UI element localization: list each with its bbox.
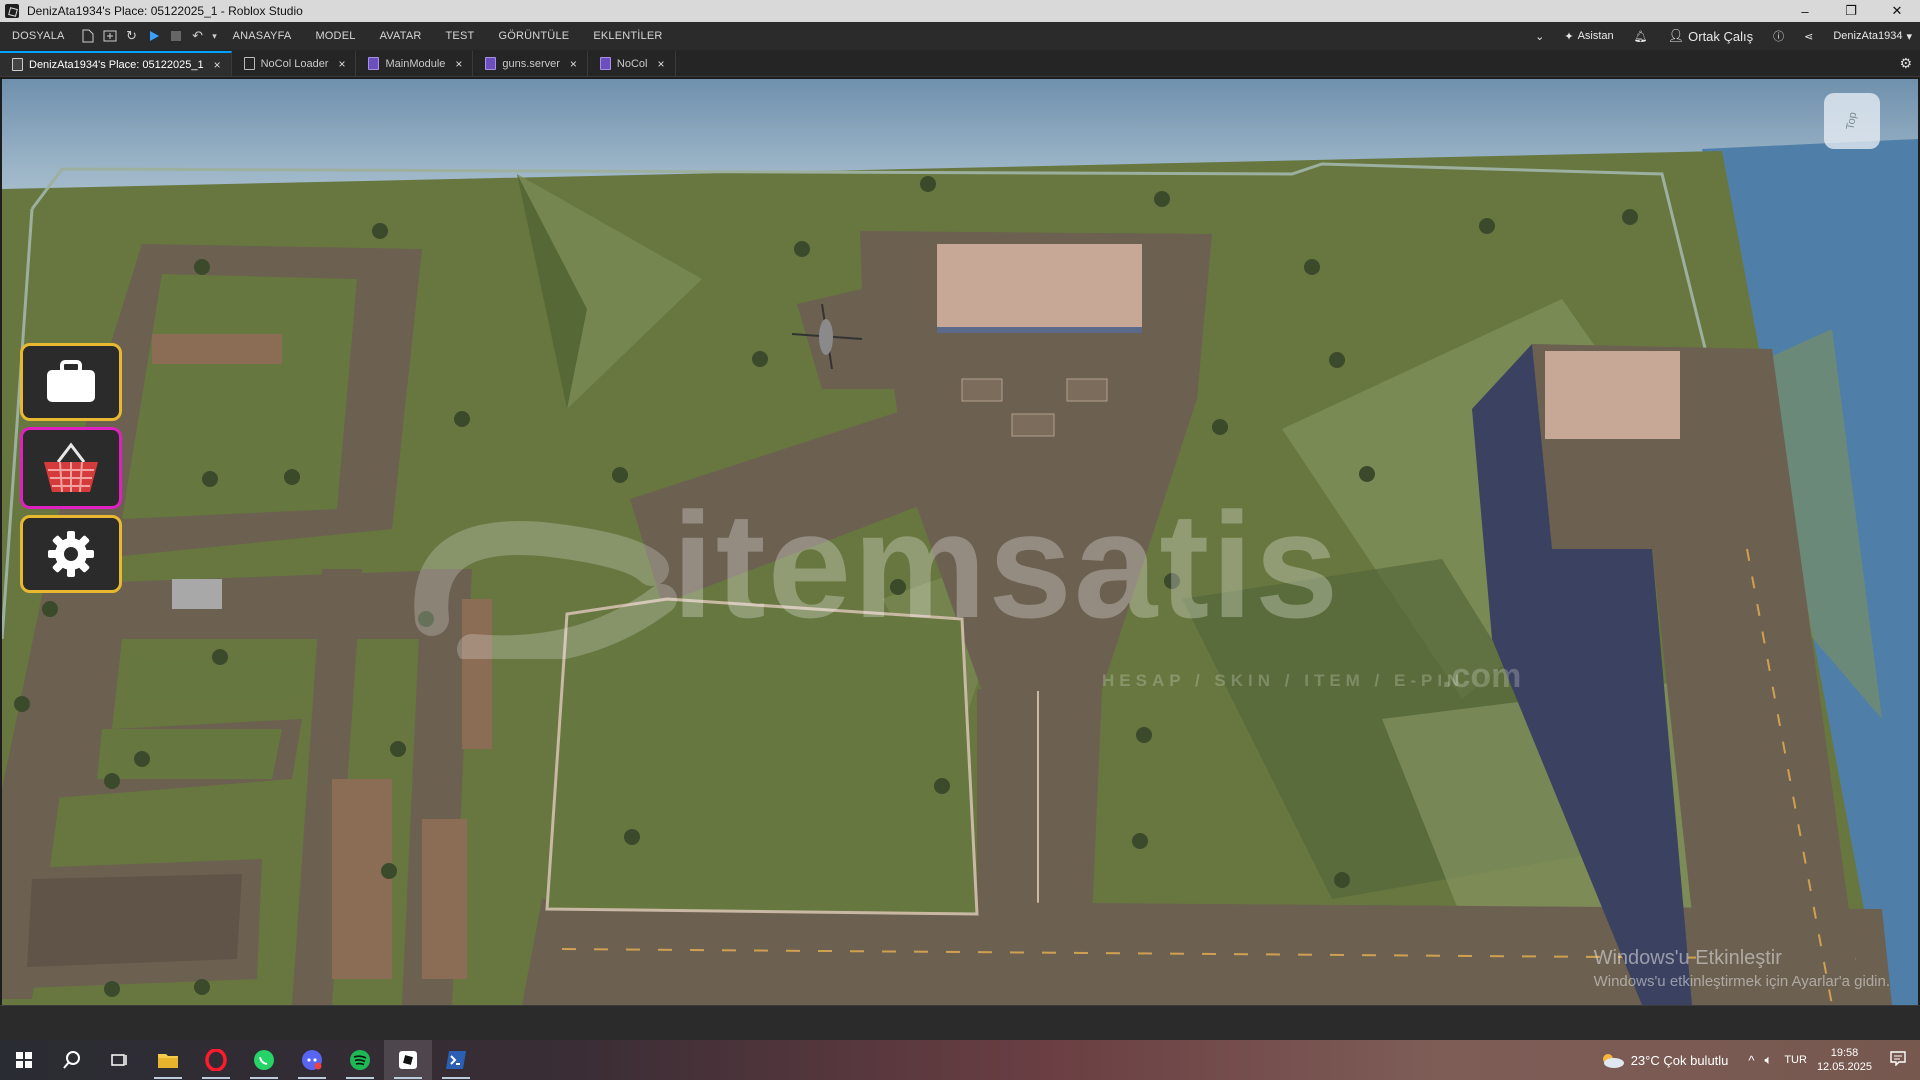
tab-guns-server[interactable]: guns.server ×	[473, 51, 588, 76]
menu-file[interactable]: DOSYALA	[0, 30, 77, 42]
system-tray: 23°C Çok bulutlu ^ 🔈︎ TUR 19:58 12.05.20…	[1599, 1040, 1920, 1080]
chevron-down-icon: ▾	[1906, 30, 1912, 43]
collaborate-label: Ortak Çalış	[1688, 28, 1754, 44]
menu-test[interactable]: TEST	[434, 30, 487, 42]
whatsapp-icon[interactable]	[240, 1040, 288, 1080]
tab-label: DenizAta1934's Place: 05122025_1	[29, 58, 204, 71]
username: DenizAta1934	[1833, 30, 1903, 42]
open-file-icon[interactable]	[99, 25, 121, 47]
add-user-icon: 👤︎	[1667, 28, 1685, 43]
collaborate-button[interactable]: 👤︎ Ortak Çalış	[1660, 28, 1762, 44]
inventory-button[interactable]	[20, 343, 122, 421]
shop-button[interactable]	[20, 427, 122, 509]
sparkle-icon: ✦	[1564, 30, 1574, 43]
user-menu[interactable]: DenizAta1934 ▾	[1825, 30, 1920, 43]
opera-icon[interactable]	[192, 1040, 240, 1080]
briefcase-icon	[47, 360, 95, 402]
chevron-up-icon[interactable]: ^	[1748, 1053, 1754, 1068]
clock[interactable]: 19:58 12.05.2025	[1817, 1046, 1872, 1074]
tab-nocol[interactable]: NoCol ×	[588, 51, 676, 76]
tab-label: MainModule	[385, 57, 446, 70]
roblox-studio-icon	[5, 4, 19, 18]
search-icon[interactable]	[48, 1040, 96, 1080]
document-icon	[243, 57, 255, 70]
assistant-button[interactable]: ✦ Asistan	[1556, 30, 1621, 43]
view-cube[interactable]: Top	[1824, 93, 1880, 149]
tab-label: guns.server	[502, 57, 560, 70]
script-icon	[485, 57, 497, 70]
close-icon[interactable]: ×	[455, 57, 462, 71]
close-icon[interactable]: ×	[338, 57, 345, 71]
close-button[interactable]: ✕	[1874, 0, 1920, 22]
clock-time: 19:58	[1830, 1047, 1859, 1059]
file-explorer-icon[interactable]	[144, 1040, 192, 1080]
tab-place[interactable]: DenizAta1934's Place: 05122025_1 ×	[0, 51, 232, 76]
weather-text: 23°C Çok bulutlu	[1630, 1052, 1729, 1068]
tab-label: NoCol Loader	[260, 57, 329, 70]
volume-icon[interactable]: 🔈︎	[1765, 1052, 1773, 1068]
ribbon-menubar: DOSYALA ↻ ↶ ▾ ANASAYFA MODEL AVATAR TEST…	[0, 22, 1920, 50]
minimize-button[interactable]: –	[1782, 0, 1828, 22]
module-script-icon	[368, 57, 380, 70]
windows-taskbar: 23°C Çok bulutlu ^ 🔈︎ TUR 19:58 12.05.20…	[0, 1040, 1920, 1080]
new-file-icon[interactable]	[77, 25, 99, 47]
terrain-map	[2, 139, 1918, 1005]
windows-start-icon[interactable]	[0, 1040, 48, 1080]
tab-mainmodule[interactable]: MainModule ×	[356, 51, 474, 76]
play-icon[interactable]	[143, 25, 165, 47]
activation-subtitle: Windows'u etkinleştirmek için Ayarlar'a …	[1593, 973, 1890, 990]
status-strip	[0, 1005, 1920, 1040]
ribbon-collapse-chevron-icon[interactable]: ⌄	[1527, 30, 1552, 43]
powershell-icon[interactable]	[432, 1040, 480, 1080]
help-icon[interactable]: ⓘ	[1765, 28, 1792, 44]
module-script-icon	[599, 57, 611, 70]
menu-avatar[interactable]: AVATAR	[368, 30, 434, 42]
tab-label: NoCol	[616, 57, 648, 70]
roblox-studio-icon[interactable]	[384, 1040, 432, 1080]
language-indicator[interactable]: TUR	[1784, 1054, 1807, 1066]
activation-title: Windows'u Etkinleştir	[1593, 947, 1782, 969]
menu-view[interactable]: GÖRÜNTÜLE	[486, 30, 581, 42]
tab-nocol-loader[interactable]: NoCol Loader ×	[232, 51, 357, 76]
task-view-icon[interactable]	[96, 1040, 144, 1080]
cloudy-weather-icon	[1602, 1054, 1624, 1068]
3d-viewport[interactable]: itemsatis HESAP / SKIN / ITEM / E-PIN .c…	[2, 79, 1918, 1005]
undo-icon[interactable]: ↶	[187, 25, 209, 47]
notification-center-icon[interactable]	[1890, 1051, 1906, 1069]
menu-plugins[interactable]: EKLENTİLER	[581, 30, 674, 42]
assistant-label: Asistan	[1577, 30, 1614, 42]
notifications-bell-icon[interactable]: 🔔︎	[1626, 30, 1656, 43]
close-icon[interactable]: ×	[214, 58, 221, 72]
stop-icon[interactable]	[165, 25, 187, 47]
menu-model[interactable]: MODEL	[303, 30, 367, 42]
close-icon[interactable]: ×	[658, 57, 665, 71]
spotify-icon[interactable]	[336, 1040, 384, 1080]
windows-activation-notice: Windows'u Etkinleştir Windows'u etkinleş…	[1594, 947, 1890, 990]
gear-icon[interactable]: ⚙	[1899, 55, 1912, 72]
view-cube-label: Top	[1844, 111, 1860, 131]
window-titlebar: DenizAta1934's Place: 05122025_1 - Roblo…	[0, 0, 1920, 22]
share-icon[interactable]: ⋖	[1796, 30, 1821, 43]
window-title: DenizAta1934's Place: 05122025_1 - Roblo…	[27, 4, 303, 18]
settings-button[interactable]	[20, 515, 122, 593]
quick-access-dropdown-icon[interactable]: ▾	[209, 25, 221, 47]
shopping-basket-icon	[44, 442, 98, 493]
clock-date: 12.05.2025	[1816, 1061, 1872, 1073]
menu-home[interactable]: ANASAYFA	[221, 30, 304, 42]
discord-icon[interactable]	[288, 1040, 336, 1080]
weather-widget[interactable]: 23°C Çok bulutlu	[1599, 1051, 1729, 1069]
document-tabbar: DenizAta1934's Place: 05122025_1 × NoCol…	[0, 50, 1920, 77]
close-icon[interactable]: ×	[570, 57, 577, 71]
gear-icon	[48, 531, 94, 577]
maximize-button[interactable]: ❐	[1828, 0, 1874, 22]
place-icon	[12, 58, 23, 71]
redo-icon[interactable]: ↻	[121, 25, 143, 47]
